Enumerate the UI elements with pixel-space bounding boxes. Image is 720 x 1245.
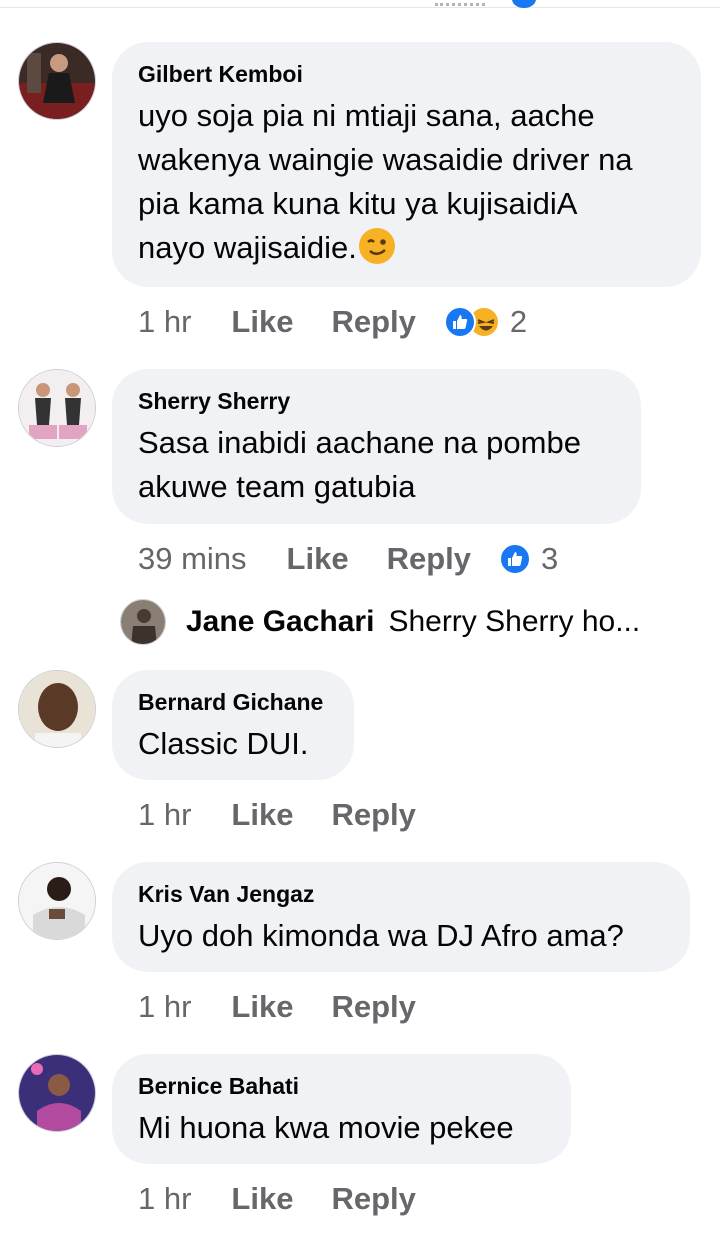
reply-author[interactable]: Jane Gachari — [186, 605, 374, 639]
reply-button[interactable]: Reply — [387, 541, 471, 577]
like-button[interactable]: Like — [231, 797, 293, 833]
comment-author[interactable]: Sherry Sherry — [138, 387, 615, 415]
comment-bubble: Sherry Sherry Sasa inabidi aachane na po… — [112, 369, 641, 524]
avatar[interactable] — [18, 42, 96, 120]
comment-bubble: Gilbert Kemboi uyo soja pia ni mtiaji sa… — [112, 42, 701, 287]
reactions-summary[interactable]: 3 — [499, 541, 558, 577]
reply-preview[interactable]: Jane Gachari Sherry Sherry ho... — [120, 597, 640, 647]
comment-author[interactable]: Gilbert Kemboi — [138, 60, 675, 88]
avatar[interactable] — [18, 862, 96, 940]
reactions-summary[interactable]: 2 — [443, 304, 528, 340]
divider — [0, 7, 720, 8]
avatar[interactable] — [120, 599, 166, 645]
previous-comment-fragment — [0, 0, 720, 14]
comment-author[interactable]: Kris Van Jengaz — [138, 880, 664, 908]
comment-author[interactable]: Bernice Bahati — [138, 1072, 545, 1100]
comment-actions: 1 hr Like Reply 2 — [138, 302, 527, 342]
like-icon — [443, 306, 476, 338]
reply-button[interactable]: Reply — [331, 989, 415, 1025]
comment-line: akuwe team gatubia — [138, 469, 416, 504]
comment-text: uyo soja pia ni mtiaji sana, aache waken… — [138, 94, 675, 270]
comment-author[interactable]: Bernard Gichane — [138, 688, 328, 716]
avatar[interactable] — [18, 670, 96, 748]
comment-time[interactable]: 1 hr — [138, 1181, 191, 1217]
comment-line: wakenya waingie wasaidie driver na — [138, 142, 633, 177]
comment-line: Sasa inabidi aachane na pombe — [138, 425, 581, 460]
cut-off-text — [435, 0, 485, 6]
like-button[interactable]: Like — [231, 989, 293, 1025]
comment-line: uyo soja pia ni mtiaji sana, aache — [138, 98, 595, 133]
comment-time[interactable]: 1 hr — [138, 797, 191, 833]
comment-line: Mi huona kwa movie pekee — [138, 1110, 514, 1145]
avatar[interactable] — [18, 1054, 96, 1132]
reaction-count: 2 — [509, 304, 528, 339]
comment-bubble: Kris Van Jengaz Uyo doh kimonda wa DJ Af… — [112, 862, 690, 972]
comment-actions: 39 mins Like Reply 3 — [138, 539, 558, 579]
comment-text: Uyo doh kimonda wa DJ Afro ama? — [138, 914, 664, 958]
reply-button[interactable]: Reply — [331, 1181, 415, 1217]
reply-button[interactable]: Reply — [331, 797, 415, 833]
comment-text: Mi huona kwa movie pekee — [138, 1106, 545, 1150]
reply-text: Sherry Sherry ho... — [388, 605, 641, 638]
comment-line: Uyo doh kimonda wa DJ Afro ama? — [138, 918, 624, 953]
avatar[interactable] — [18, 369, 96, 447]
like-icon — [499, 543, 531, 575]
comment-actions: 1 hr Like Reply — [138, 795, 454, 835]
reply-button[interactable]: Reply — [331, 304, 415, 340]
comment-actions: 1 hr Like Reply — [138, 987, 454, 1027]
like-button[interactable]: Like — [231, 304, 293, 340]
comment-time[interactable]: 39 mins — [138, 541, 247, 577]
comment-bubble: Bernard Gichane Classic DUI. — [112, 670, 354, 780]
comment-line: nayo wajisaidie. — [138, 230, 357, 265]
comment-line: pia kama kuna kitu ya kujisaidiA — [138, 186, 578, 221]
like-button[interactable]: Like — [231, 1181, 293, 1217]
reaction-count: 3 — [541, 541, 559, 576]
comment-line: Classic DUI. — [138, 726, 309, 761]
comment-time[interactable]: 1 hr — [138, 304, 191, 340]
like-button[interactable]: Like — [287, 541, 349, 577]
comment-text: Classic DUI. — [138, 722, 328, 766]
comment-bubble: Bernice Bahati Mi huona kwa movie pekee — [112, 1054, 571, 1164]
comment-time[interactable]: 1 hr — [138, 989, 191, 1025]
comment-actions: 1 hr Like Reply — [138, 1179, 454, 1219]
comment-text: Sasa inabidi aachane na pombe akuwe team… — [138, 421, 615, 509]
wink-emoji-icon — [358, 228, 395, 264]
